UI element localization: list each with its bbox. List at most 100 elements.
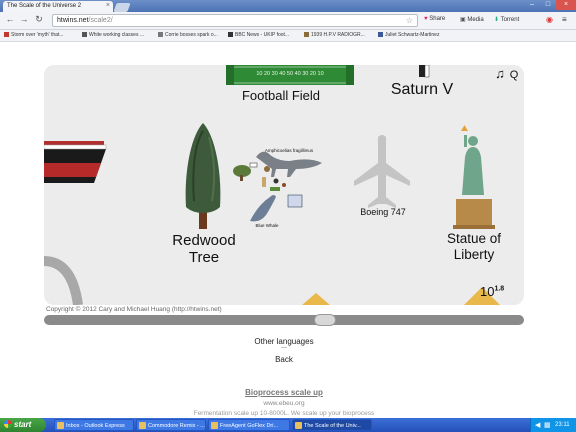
bookmark-item[interactable]: White working classes ... [82, 32, 144, 38]
taskbar-item-outlook[interactable]: Inbox - Outlook Express [54, 419, 134, 431]
redwood-label-line1: Redwood [172, 232, 236, 249]
torrent-extension[interactable]: ⬇ Torrent [494, 16, 519, 23]
bookmark-item[interactable]: 1939 H.P.V RADIOGR... [304, 32, 365, 38]
link-separator: — [281, 345, 287, 351]
scale-exponent: 1.8 [494, 285, 505, 293]
football-yard-markings: 10 20 30 40 50 40 30 20 10 [256, 71, 324, 77]
window-titlebar: The Scale of the Universe 2 × – □ × [0, 0, 576, 12]
taskbar-item-label: FreeAgent GoFlex Dri... [220, 423, 279, 429]
bookmark-item[interactable]: Juliet Schwartz-Martinez [378, 32, 439, 38]
bookmark-label: Storm over 'myth' that... [11, 32, 64, 38]
reload-icon[interactable]: ↻ [33, 14, 45, 25]
statue-of-liberty-image [453, 125, 495, 229]
taskbar-item-commodore[interactable]: Commodore Remix - ... [136, 419, 206, 431]
amphicoelias-image [256, 151, 322, 177]
statue-label-line2: Liberty [453, 246, 495, 262]
bookmark-favicon [82, 32, 87, 38]
bookmark-label: Corrie bosses spark o... [165, 32, 218, 38]
media-extension[interactable]: ▣ Media [460, 16, 484, 23]
share-extension[interactable]: ♥ Share [424, 16, 445, 22]
bookmark-star-icon[interactable]: ☆ [406, 16, 413, 25]
system-tray: ◀ ▦ 23:11 [530, 418, 576, 432]
address-bar[interactable]: htwins.net/scale2/ ☆ [52, 14, 418, 27]
media-label: Media [467, 17, 484, 23]
share-label: Share [429, 16, 446, 22]
boeing-747-image [354, 135, 410, 208]
windows-logo-icon [4, 420, 12, 428]
bioprocess-ad-url[interactable]: www.ebeu.org [168, 400, 400, 407]
start-label: start [14, 420, 32, 429]
taskbar-item-label: Inbox - Outlook Express [66, 423, 125, 429]
ocean-liner-image [44, 141, 107, 183]
zoom-slider-thumb[interactable] [314, 314, 337, 326]
bookmark-item[interactable]: Corrie bosses spark o... [158, 32, 218, 38]
amphicoelias-label: Amphicoelias fragillimus [264, 148, 314, 153]
bookmark-favicon [158, 32, 163, 38]
bookmarks-bar: Storm over 'myth' that... White working … [0, 30, 576, 42]
network-icon[interactable]: ▦ [544, 421, 551, 429]
media-icon: ▣ [460, 17, 466, 23]
zoom-slider-track[interactable] [44, 315, 524, 325]
scale-scene[interactable]: 10 20 30 40 50 40 30 20 10 Football Fiel… [44, 65, 524, 305]
copyright-text: Copyright © 2012 Cary and Michael Huang … [46, 306, 222, 313]
new-tab-button[interactable] [113, 3, 131, 12]
scale-base: 10 [480, 284, 495, 299]
back-link[interactable]: Back [228, 355, 340, 364]
bioprocess-ad-description: Fermentation scale up 10-8000L. We scale… [193, 410, 375, 417]
bioprocess-ad-link[interactable]: Bioprocess scale up [168, 388, 400, 397]
bookmark-favicon [304, 32, 309, 38]
blue-whale-image [250, 195, 276, 222]
redwood-tree-image [185, 123, 221, 229]
scale-exponent-readout: 101.8 [480, 284, 520, 300]
torrent-label: Torrent [500, 17, 520, 23]
clock: 23:11 [555, 422, 570, 428]
saturn-v-image [419, 65, 430, 78]
url-path: /scale2/ [88, 17, 113, 24]
browser-toolbar: ← → ↻ htwins.net/scale2/ ☆ ♥ Share ▣ Med… [0, 12, 576, 30]
taskbar-item-label: Commodore Remix - ... [148, 423, 205, 429]
menu-icon[interactable]: ≡ [562, 15, 567, 24]
bookmark-favicon [4, 32, 9, 38]
url-host: htwins.net [57, 17, 89, 24]
extension-icon[interactable]: ◉ [546, 15, 553, 24]
quality-toggle-button[interactable]: Q [508, 69, 520, 82]
maximize-button[interactable]: □ [540, 0, 556, 10]
redwood-label-line2: Tree [188, 249, 220, 267]
start-button[interactable]: start [0, 418, 46, 432]
taskbar: start Inbox - Outlook Express Commodore … [0, 418, 576, 432]
download-icon: ⬇ [494, 17, 500, 23]
redwood-tree-label: Redwood Tree [156, 232, 252, 267]
heart-icon: ♥ [424, 16, 428, 22]
close-window-button[interactable]: × [556, 0, 576, 10]
bookmark-label: 1939 H.P.V RADIOGR... [311, 32, 365, 38]
saturn-v-label: Saturn V [390, 81, 454, 98]
browser-icon [295, 422, 302, 429]
forward-arrow-icon[interactable]: → [18, 14, 30, 24]
blue-whale-label: Blue Whale [255, 223, 279, 228]
back-arrow-icon[interactable]: ← [4, 14, 16, 24]
tab-close-icon[interactable]: × [106, 2, 110, 9]
outlook-icon [57, 422, 64, 429]
music-toggle-icon[interactable]: ♫ [492, 66, 508, 82]
taskbar-item-label: The Scale of the Univ... [304, 423, 361, 429]
taskbar-item-scale-universe[interactable]: The Scale of the Univ... [292, 419, 372, 431]
browser-icon [139, 422, 146, 429]
tab-title: The Scale of the Universe 2 [7, 3, 82, 9]
minimize-button[interactable]: – [524, 0, 540, 10]
volume-icon[interactable]: ◀ [535, 421, 540, 429]
bookmark-favicon [378, 32, 383, 38]
bookmark-label: BBC News - UKIP foot... [235, 32, 290, 38]
statue-of-liberty-label: Statue of Liberty [432, 231, 516, 262]
pyramid-shape [302, 293, 330, 305]
bookmark-label: White working classes ... [89, 32, 145, 38]
statue-label-line1: Statue of [446, 231, 502, 246]
bookmark-item[interactable]: BBC News - UKIP foot... [228, 32, 289, 38]
boeing-747-label: Boeing 747 [360, 207, 406, 217]
bookmark-favicon [228, 32, 233, 38]
taskbar-item-freeagent[interactable]: FreeAgent GoFlex Dri... [208, 419, 290, 431]
folder-icon [211, 422, 218, 429]
tab-scale-of-universe[interactable]: The Scale of the Universe 2 × [3, 1, 113, 12]
bookmark-item[interactable]: Storm over 'myth' that... [4, 32, 63, 38]
football-field-label: Football Field [241, 88, 321, 103]
arch-image [44, 256, 83, 305]
